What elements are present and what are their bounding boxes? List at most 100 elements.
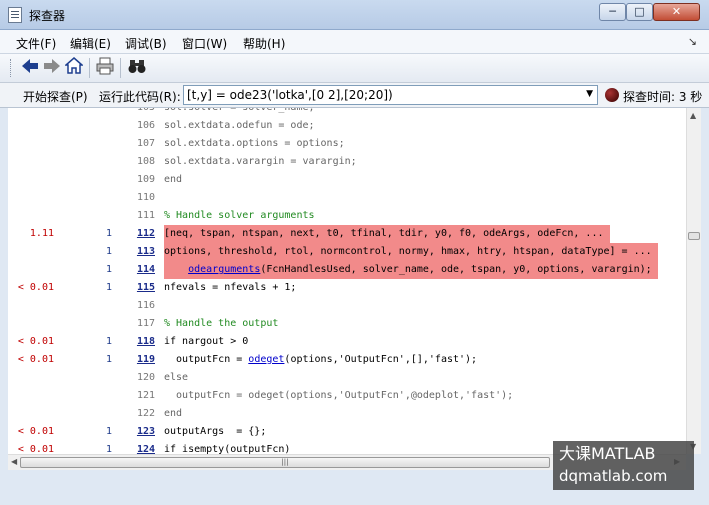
code-text-prefix: outputFcn = xyxy=(164,354,249,365)
code-row: 1 114 odearguments(FcnHandlesUsed, solve… xyxy=(8,261,686,279)
line-number: 105 xyxy=(123,108,155,117)
code-text: outputArgs = {}; xyxy=(164,426,267,437)
odearguments-link[interactable]: odearguments xyxy=(188,264,260,275)
code-text: sol.extdata.odefun = ode; xyxy=(164,120,315,131)
forward-arrow-icon[interactable] xyxy=(41,57,63,79)
time-cell: 1.11 xyxy=(29,228,54,239)
vertical-scroll-thumb[interactable] xyxy=(688,232,700,240)
menu-bar: 文件(F) 编辑(E) 调试(B) 窗口(W) 帮助(H) ↘ xyxy=(0,30,709,54)
odeget-link[interactable]: odeget xyxy=(248,354,284,365)
profile-bar: 开始探查(P) 运行此代码(R): ▼ 探查时间: 3 秒 xyxy=(0,83,709,108)
toolbar-grip xyxy=(10,59,13,77)
calls-cell: 1 xyxy=(105,264,112,275)
watermark: 大课MATLAB dqmatlab.com xyxy=(553,441,694,490)
window-title: 探查器 xyxy=(29,9,66,23)
scroll-up-icon[interactable]: ▲ xyxy=(690,111,696,120)
time-cell: < 0.01 xyxy=(17,426,54,437)
record-icon xyxy=(605,88,619,102)
menu-edit[interactable]: 编辑(E) xyxy=(70,35,111,52)
code-row: < 0.01 1 123 outputArgs = {}; xyxy=(8,423,686,441)
time-cell: < 0.01 xyxy=(17,336,54,347)
line-number: 111 xyxy=(136,210,155,221)
code-row: 106 sol.extdata.odefun = ode; xyxy=(8,117,686,135)
code-text: if isempty(outputFcn) xyxy=(164,444,291,454)
line-number: 117 xyxy=(136,318,155,329)
profile-time-label: 探查时间: 3 秒 xyxy=(623,90,703,104)
print-icon[interactable] xyxy=(94,57,116,79)
line-number: 109 xyxy=(136,174,155,185)
line-number: 122 xyxy=(136,408,155,419)
time-cell: < 0.01 xyxy=(17,354,54,365)
run-code-label: 运行此代码(R): xyxy=(99,90,181,104)
start-profiling-button[interactable]: 开始探查(P) xyxy=(23,88,88,105)
calls-cell: 1 xyxy=(105,426,112,437)
calls-cell: 1 xyxy=(105,282,112,293)
menu-window[interactable]: 窗口(W) xyxy=(182,35,227,52)
watermark-title: 大课MATLAB xyxy=(559,444,656,463)
line-number-link[interactable]: 124 xyxy=(123,441,155,454)
command-input[interactable] xyxy=(184,86,577,104)
scroll-left-icon[interactable]: ◀ xyxy=(11,457,17,466)
code-row: 120 else xyxy=(8,369,686,387)
home-icon[interactable] xyxy=(63,57,85,79)
line-number-link[interactable]: 115 xyxy=(123,279,155,297)
code-text: outputFcn = odeget(options,'OutputFcn',@… xyxy=(164,390,514,401)
undock-icon[interactable]: ↘ xyxy=(688,35,697,48)
code-text: end xyxy=(164,174,183,185)
code-text-highlighted: options, threshold, rtol, normcontrol, n… xyxy=(164,243,658,261)
back-arrow-icon[interactable] xyxy=(19,57,41,79)
close-button[interactable]: ✕ xyxy=(653,3,700,21)
code-text: outputFcn = odeget(options,'OutputFcn',[… xyxy=(164,351,477,369)
line-number-link[interactable]: 114 xyxy=(123,261,155,279)
vertical-scrollbar[interactable]: ▲ ▼ xyxy=(686,108,701,454)
calls-cell: 1 xyxy=(105,444,112,454)
code-row: < 0.01 1 119 outputFcn = odeget(options,… xyxy=(8,351,686,369)
line-number-link[interactable]: 123 xyxy=(123,423,155,441)
line-number-link[interactable]: 118 xyxy=(123,333,155,351)
line-number: 120 xyxy=(136,372,155,383)
line-number-link[interactable]: 112 xyxy=(123,225,155,243)
line-number: 108 xyxy=(136,156,155,167)
code-listing: 105 sol.solver = solver_name; 106 sol.ex… xyxy=(8,108,686,454)
line-number-link[interactable]: 119 xyxy=(123,351,155,369)
code-row: 110 xyxy=(8,189,686,207)
line-number-link[interactable]: 113 xyxy=(123,243,155,261)
command-combo[interactable]: ▼ xyxy=(183,85,598,105)
code-row: 117 % Handle the output xyxy=(8,315,686,333)
code-text: sol.solver = solver_name; xyxy=(164,108,315,117)
maximize-button[interactable]: □ xyxy=(626,3,653,21)
code-text: if nargout > 0 xyxy=(164,336,249,347)
code-row: < 0.01 1 115 nfevals = nfevals + 1; xyxy=(8,279,686,297)
time-cell: < 0.01 xyxy=(17,282,54,293)
code-row: 1 113 options, threshold, rtol, normcont… xyxy=(8,243,686,261)
title-bar: 探查器 ─ □ ✕ xyxy=(0,0,709,30)
code-text-prefix xyxy=(164,264,188,275)
menu-debug[interactable]: 调试(B) xyxy=(125,35,167,52)
document-icon xyxy=(8,7,22,23)
code-text: end xyxy=(164,408,183,419)
code-row: 111 % Handle solver arguments xyxy=(8,207,686,225)
code-row: 116 xyxy=(8,297,686,315)
line-number: 106 xyxy=(136,120,155,131)
line-number: 116 xyxy=(136,300,155,311)
code-text: sol.extdata.varargin = varargin; xyxy=(164,156,357,167)
calls-cell: 1 xyxy=(105,354,112,365)
line-number: 121 xyxy=(136,390,155,401)
menu-file[interactable]: 文件(F) xyxy=(16,35,56,52)
minimize-button[interactable]: ─ xyxy=(599,3,626,21)
code-row: 121 outputFcn = odeget(options,'OutputFc… xyxy=(8,387,686,405)
calls-cell: 1 xyxy=(105,246,112,257)
toolbar-separator xyxy=(120,58,121,78)
chevron-down-icon[interactable]: ▼ xyxy=(586,89,593,99)
code-text: sol.extdata.options = options; xyxy=(164,138,345,149)
line-number: 107 xyxy=(136,138,155,149)
code-comment: % Handle the output xyxy=(164,318,279,329)
menu-help[interactable]: 帮助(H) xyxy=(243,35,285,52)
horizontal-scroll-thumb[interactable]: ||| xyxy=(20,457,550,468)
toolbar xyxy=(0,54,709,83)
code-row: 107 sol.extdata.options = options; xyxy=(8,135,686,153)
time-cell: < 0.01 xyxy=(17,444,54,454)
find-binoculars-icon[interactable] xyxy=(126,57,148,79)
code-row: < 0.01 1 118 if nargout > 0 xyxy=(8,333,686,351)
line-number: 110 xyxy=(136,192,155,203)
